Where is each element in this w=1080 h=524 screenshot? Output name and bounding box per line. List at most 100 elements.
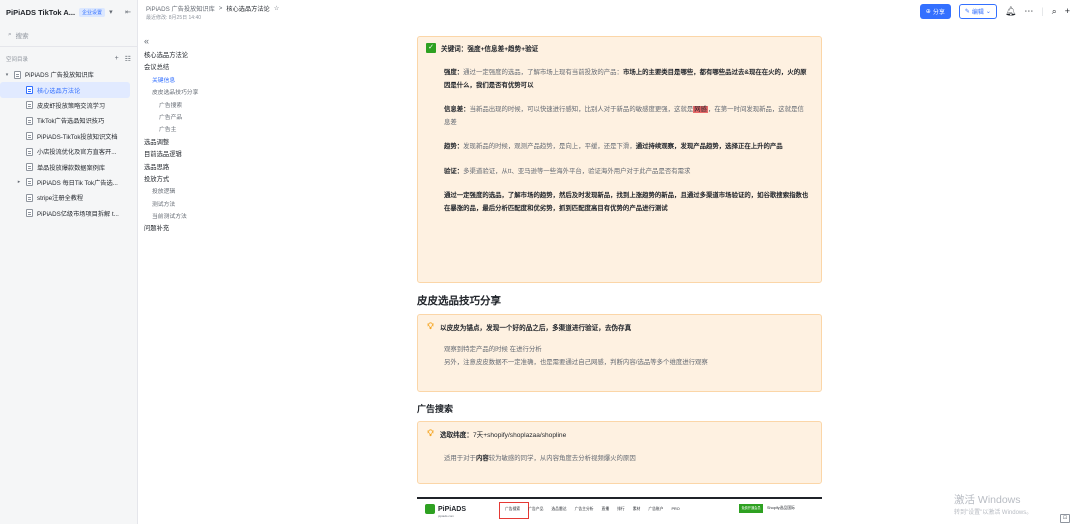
screenshot-nav-item: 广告账户 (648, 507, 664, 511)
toc-item[interactable]: 选品调整 (144, 137, 254, 149)
paragraph-info-gap: 信息差：当新品出现的时候，可以快速进行感知，比别人对于新品的敏感度更强，这就是网… (426, 104, 813, 129)
document-icon (26, 147, 33, 156)
toc-item[interactable]: 广告主 (144, 124, 254, 136)
paragraph: 观察到特定产品的时候 在进行分析 (444, 346, 542, 353)
document-icon (26, 193, 33, 202)
edit-label: 编辑 (971, 10, 984, 16)
toc-item[interactable]: 广告产品 (144, 112, 254, 124)
toc-item[interactable]: 选品思路 (144, 162, 254, 174)
lightbulb-icon: 💡︎ (427, 321, 434, 331)
help-icon[interactable]: ⊡ (1060, 514, 1070, 523)
breadcrumb-current[interactable]: 核心选品方法论 (226, 4, 269, 13)
bold-text: 内容 (475, 455, 489, 462)
search-input[interactable]: ⌕ 搜索 (6, 28, 131, 42)
embedded-screenshot[interactable]: PiPiADS pipiads.com 广告搜索 广告产品 选品雷达 广告主分析 直播 排… (417, 497, 822, 524)
paragraph-text: 通过一定强度的选品，了解市场上现有当前投放的产品： (463, 69, 623, 76)
toc-item[interactable]: 投放方式 (144, 174, 254, 186)
add-icon[interactable]: + (115, 55, 119, 63)
share-button[interactable]: ⊕ 分享 (919, 4, 951, 19)
bell-icon[interactable]: 🔔︎ (1005, 7, 1016, 16)
last-modified: 最近修改: 8月25日 14:40 (146, 14, 202, 21)
add-icon[interactable]: + (1065, 7, 1070, 16)
document-icon (26, 178, 33, 187)
chevron-down-icon: ⌄ (985, 9, 991, 15)
tree-item-label: PiPiADS-TikTok投放知识文档 (37, 133, 118, 141)
toc-item[interactable]: 核心选品方法论 (144, 50, 254, 62)
toc-item[interactable]: 投放逻辑 (144, 186, 254, 198)
toc-item[interactable]: 会议总结 (144, 62, 254, 74)
callout-heading: 💡︎ 选取纬度：7天+shopify/shoplazaa/shopline (426, 428, 813, 439)
toc-item[interactable]: 关键信息 (144, 75, 254, 87)
star-icon[interactable]: ☆ (274, 5, 280, 12)
globe-icon: ⊕ (925, 9, 931, 15)
tree-item[interactable]: 皮皮虾投放策略交流学习 (0, 98, 137, 113)
paragraph-text: 适用于对于 (444, 455, 476, 462)
screenshot-nav-item: 广告主分析 (574, 507, 594, 511)
breadcrumb-root[interactable]: PiPiADS 广告投放知识库 (146, 4, 215, 13)
paragraph-text: 多渠道验证，从tt、亚马逊等一些海外平台，验证海外用户对于此产品是否有需求 (463, 167, 691, 175)
windows-activation-watermark: 激活 Windows 转到"设置"以激活 Windows。 (954, 492, 1032, 516)
screenshot-nav-item: 选品雷达 (551, 507, 567, 511)
tree-item-label: PiPiADS亿级市场项目拆解 t... (37, 210, 119, 218)
screenshot-nav-item: 直播 (601, 507, 610, 511)
callout-title: 关键词：强度+信息差+趋势+验证 (441, 46, 539, 53)
edit-button[interactable]: ✎ 编辑 ⌄ (958, 4, 997, 19)
tree-item[interactable]: 核心选品方法论 (0, 82, 130, 98)
tree-item-label: 单品投放爆款数据案例库 (37, 164, 106, 172)
divider (0, 46, 137, 47)
tree-item[interactable]: ▾ PiPiADS 广告投放知识库 (0, 67, 137, 82)
term-label: 验证： (444, 167, 464, 175)
workspace-title[interactable]: PiPiADS TikTok A... (6, 8, 75, 17)
tree-item[interactable]: PiPiADS亿级市场项目拆解 t... (0, 206, 137, 221)
lightbulb-icon: 💡︎ (427, 428, 434, 438)
tree-item-label: 皮皮虾投放策略交流学习 (37, 102, 106, 110)
toc-item[interactable]: 皮皮选品技巧分享 (144, 87, 254, 99)
toc-item[interactable]: 问题补充 (144, 223, 254, 235)
workspace-badge: 企业设置 (79, 7, 106, 17)
tree-item-label: 核心选品方法论 (37, 87, 81, 95)
paragraph: 另外，注意皮皮数据不一定准确，也是需要通过自己网感，判断内容/选品等多个维度进行… (444, 358, 708, 366)
toc-item[interactable]: 广告搜索 (144, 100, 254, 112)
settings-icon[interactable]: ☷ (125, 55, 131, 63)
screenshot-nav-item: 广告产品 (528, 507, 544, 511)
pipiads-logo: PiPiADS (425, 504, 466, 514)
callout-title: 以皮皮为锚点，发现一个好的品之后，多渠道进行验证，去伪存真 (440, 324, 632, 332)
toc-item[interactable]: 测试方法 (144, 199, 254, 211)
screenshot-nav-item: 素材 (632, 507, 641, 511)
doc-tree: ▾ PiPiADS 广告投放知识库核心选品方法论皮皮虾投放策略交流学习 TikTok… (0, 67, 137, 221)
more-icon[interactable]: ⋯ (1024, 7, 1033, 16)
tree-item-label: stripe注册全教程 (37, 195, 84, 203)
tree-item-label: TikTok广告选品知识技巧 (37, 118, 105, 126)
callout-heading: 💡︎ 以皮皮为锚点，发现一个好的品之后，多渠道进行验证，去伪存真 (426, 321, 813, 332)
tree-item[interactable]: stripe注册全教程 (0, 190, 137, 205)
expand-arrow-icon[interactable]: ▸ (16, 179, 22, 185)
table-of-contents: « 核心选品方法论 会议总结 关键信息 皮皮选品技巧分享 广告搜索 广告产品 广告主 选品调整… (144, 36, 254, 236)
space-label: 空间目录 (6, 57, 29, 63)
toc-item[interactable]: 当前测试方法 (144, 211, 254, 223)
callout-ad-search: 💡︎ 选取纬度：7天+shopify/shoplazaa/shopline 适用… (417, 421, 822, 484)
tree-item[interactable]: PiPiADS-TikTok投放知识文档 (0, 129, 137, 144)
toc-item[interactable]: 目前选品逻辑 (144, 149, 254, 161)
toc-collapse-icon[interactable]: « (144, 36, 254, 46)
screenshot-nav-item: 排行 (617, 507, 625, 511)
document-icon (14, 70, 21, 79)
search-icon[interactable]: ⌕ (1052, 7, 1057, 16)
document-icon (26, 101, 33, 110)
expand-arrow-icon[interactable]: ▾ (4, 72, 10, 78)
screenshot-nav: 广告搜索 广告产品 选品雷达 广告主分析 直播 排行 素材 广告账户 PRO (505, 507, 680, 512)
top-actions: ⊕ 分享 ✎ 编辑 ⌄ 🔔︎ ⋯ | ⌕ + (919, 4, 1070, 19)
breadcrumb: PiPiADS 广告投放知识库 > 核心选品方法论 ☆ 最近修改: 8月25日 … (146, 4, 279, 21)
check-icon: ✓ (426, 43, 436, 53)
chevron-down-icon[interactable]: ▾ (109, 8, 113, 16)
search-icon: ⌕ (8, 31, 12, 38)
tree-item[interactable]: TikTok广告选品知识技巧 (0, 113, 137, 128)
share-label: 分享 (932, 10, 945, 16)
space-header: 空间目录 + ☷ (0, 51, 137, 67)
tree-item[interactable]: 单品投放爆款数据案例库 (0, 159, 137, 174)
tree-item[interactable]: ▸ PiPiADS 每日Tik Tok广告选... (0, 175, 137, 190)
tree-item[interactable]: 小店投流优化及官方直客开... (0, 144, 137, 159)
logo-text: PiPiADS (438, 505, 467, 513)
paragraph-strength: 强度：通过一定强度的选品，了解市场上现有当前投放的产品：市场上的主要类目是哪些，… (426, 67, 813, 92)
section-heading: 广告搜索 (417, 404, 454, 414)
sidebar-collapse-icon[interactable]: ⇤ (125, 8, 131, 16)
